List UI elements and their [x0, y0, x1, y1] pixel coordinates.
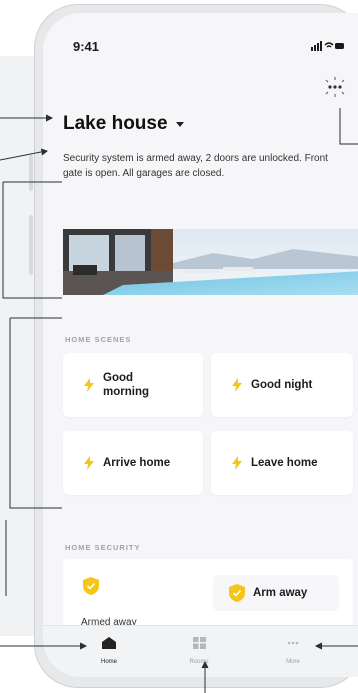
status-icons — [311, 41, 344, 51]
status-bar: 9:41 — [73, 37, 345, 55]
status-time: 9:41 — [73, 38, 100, 54]
tab-rooms[interactable]: Rooms — [169, 636, 229, 665]
chevron-down-icon — [175, 122, 184, 127]
scene-good-night[interactable]: Good night — [211, 353, 353, 417]
scene-leave-home[interactable]: Leave home — [211, 431, 353, 495]
home-scenes-label: HOME SCENES — [65, 335, 132, 344]
tab-more[interactable]: More — [263, 636, 323, 665]
rooms-icon — [192, 637, 206, 649]
app-screen: 9:41 Lake house Security system is armed… — [43, 13, 358, 677]
home-icon — [102, 637, 116, 649]
lightning-icon — [232, 456, 242, 470]
scene-label: Good night — [251, 379, 313, 391]
scene-label: Arrive home — [103, 457, 171, 469]
more-options-button[interactable] — [323, 75, 347, 99]
phone-frame: 9:41 Lake house Security system is armed… — [29, 4, 358, 688]
more-dots-icon — [325, 77, 345, 97]
more-dots-icon — [287, 641, 299, 645]
stage: 9:41 Lake house Security system is armed… — [0, 0, 358, 693]
lightning-icon — [232, 378, 242, 392]
shield-check-icon — [83, 577, 99, 595]
house-hero-image — [63, 229, 358, 295]
lightning-icon — [84, 378, 94, 392]
tab-home[interactable]: Home — [79, 636, 139, 665]
house-name: Lake house — [63, 113, 168, 134]
scene-good-morning[interactable]: Good morning — [63, 353, 203, 417]
scene-label: Good morning — [103, 372, 149, 398]
shield-check-icon — [229, 584, 245, 602]
arm-away-label: Arm away — [253, 587, 308, 599]
tab-label: Rooms — [189, 659, 209, 665]
security-summary: Security system is armed away, 2 doors a… — [63, 153, 328, 179]
house-selector[interactable]: Lake house — [63, 113, 184, 135]
lightning-icon — [84, 456, 94, 470]
scene-label: Leave home — [251, 457, 318, 469]
arm-away-button[interactable]: Arm away — [213, 575, 339, 611]
scene-arrive-home[interactable]: Arrive home — [63, 431, 203, 495]
tab-label: More — [286, 659, 300, 665]
home-security-label: HOME SECURITY — [65, 543, 141, 552]
tab-bar: Home Rooms More — [43, 625, 358, 677]
tab-label: Home — [100, 659, 117, 665]
